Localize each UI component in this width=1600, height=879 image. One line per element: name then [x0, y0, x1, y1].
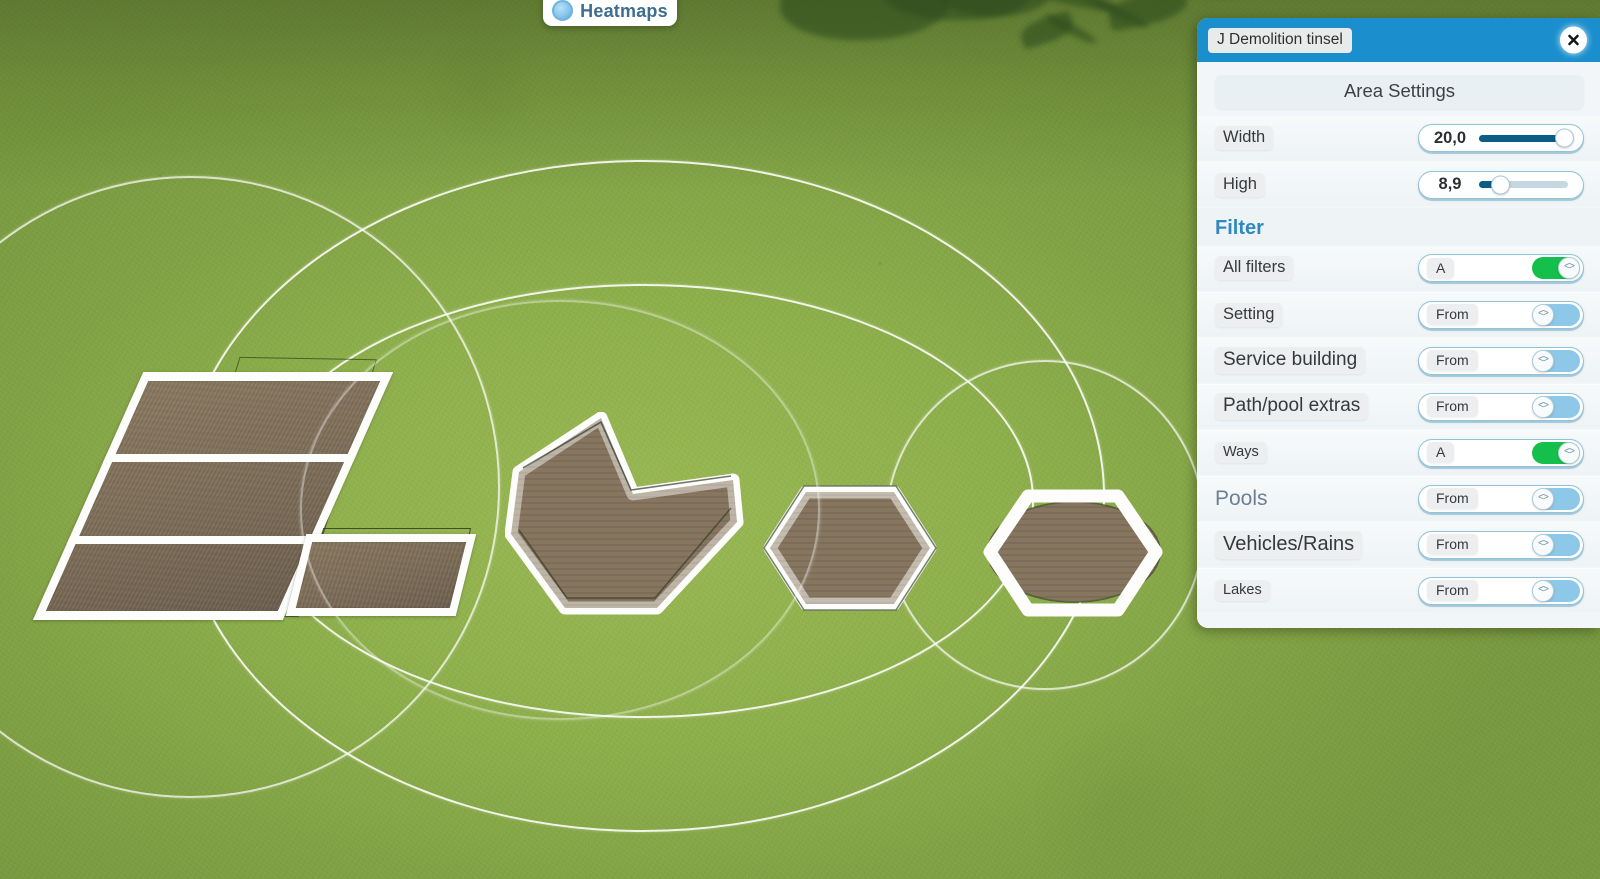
toggle-switch-service-building[interactable]: <> [1532, 349, 1580, 372]
width-label: Width [1215, 126, 1274, 150]
filter-label-setting: Setting [1215, 302, 1283, 327]
circle-dot-icon [552, 0, 574, 21]
plot-area-3[interactable] [505, 412, 745, 617]
chevron-lr-icon: <> [1537, 400, 1549, 412]
filter-state-lakes: From [1427, 580, 1478, 601]
width-slider-knob[interactable] [1554, 128, 1574, 148]
chevron-lr-icon: <> [1537, 308, 1549, 320]
toggle-knob-lakes[interactable]: <> [1532, 579, 1554, 602]
filter-state-all-filters: A [1427, 257, 1455, 279]
filter-state-path-pool-extras: From [1427, 396, 1478, 417]
plot-outline-2 [285, 534, 477, 616]
filter-row-vehicles-rains: Vehicles/Rains From <> [1197, 522, 1600, 566]
filter-toggle-all-filters[interactable]: A <> [1418, 254, 1584, 282]
high-value: 8,9 [1438, 175, 1462, 193]
filter-row-all-filters: All filters A <> [1197, 246, 1600, 290]
filter-row-list: All filters A <> Setting From <> Service build… [1197, 246, 1600, 612]
toggle-knob-all-filters[interactable]: <> [1558, 257, 1580, 279]
filter-toggle-path-pool-extras[interactable]: From <> [1418, 392, 1584, 421]
panel-title: J Demolition tinsel [1208, 27, 1352, 53]
toggle-knob-setting[interactable]: <> [1532, 303, 1554, 326]
chevron-lr-icon: <> [1537, 538, 1549, 550]
toggle-knob-service-building[interactable]: <> [1532, 349, 1554, 372]
filter-label-pools: Pools [1215, 486, 1268, 510]
filter-state-vehicles-rains: From [1427, 534, 1478, 555]
filter-row-path-pool-extras: Path/pool extras From <> [1197, 384, 1600, 428]
plot-divider-1a [103, 453, 357, 462]
close-icon[interactable] [1560, 26, 1587, 54]
filter-toggle-lakes[interactable]: From <> [1418, 576, 1584, 605]
filter-state-service-building: From [1427, 350, 1478, 371]
row-width: Width 20,0 [1197, 116, 1600, 160]
chevron-lr-icon: <> [1537, 354, 1549, 366]
filter-toggle-service-building[interactable]: From <> [1418, 346, 1584, 375]
filter-label-all-filters: All filters [1215, 256, 1294, 280]
filter-row-pools: Pools From <> [1197, 476, 1600, 520]
toggle-switch-vehicles-rains[interactable]: <> [1532, 533, 1580, 556]
filter-toggle-pools[interactable]: From <> [1418, 484, 1584, 513]
filter-state-pools: From [1427, 488, 1478, 509]
toggle-switch-lakes[interactable]: <> [1532, 579, 1580, 602]
filter-toggle-vehicles-rains[interactable]: From <> [1418, 530, 1584, 559]
heatmaps-button[interactable]: Heatmaps [543, 0, 677, 26]
toggle-switch-path-pool-extras[interactable]: <> [1532, 395, 1580, 418]
high-label: High [1215, 172, 1265, 197]
filter-label-vehicles-rains: Vehicles/Rains [1215, 530, 1363, 559]
plot-area-2[interactable] [285, 534, 477, 616]
width-slider[interactable]: 20,0 [1418, 124, 1584, 152]
chevron-lr-icon: <> [1537, 492, 1549, 504]
filter-row-lakes: Lakes From <> [1197, 568, 1600, 612]
toggle-knob-pools[interactable]: <> [1532, 487, 1554, 510]
filter-row-ways: Ways A <> [1197, 430, 1600, 474]
width-slider-fill [1479, 134, 1565, 142]
chevron-lr-icon: <> [1563, 262, 1575, 273]
chevron-lr-icon: <> [1537, 584, 1549, 596]
filter-label-service-building: Service building [1215, 347, 1366, 374]
toggle-switch-all-filters[interactable]: <> [1532, 257, 1580, 279]
game-viewport: Heatmaps J Demolition tinsel Area Settin… [0, 0, 1600, 879]
panel-titlebar: J Demolition tinsel [1197, 18, 1600, 62]
filter-state-ways: A [1427, 442, 1455, 463]
toggle-switch-setting[interactable]: <> [1532, 303, 1580, 326]
filter-toggle-ways[interactable]: A <> [1418, 438, 1584, 467]
toggle-knob-path-pool-extras[interactable]: <> [1532, 395, 1554, 418]
high-slider-knob[interactable] [1490, 175, 1510, 194]
filter-label-lakes: Lakes [1215, 580, 1270, 601]
filter-label-ways: Ways [1215, 442, 1267, 463]
toggle-knob-ways[interactable]: <> [1558, 441, 1580, 464]
toggle-knob-vehicles-rains[interactable]: <> [1532, 533, 1554, 556]
filter-state-setting: From [1427, 304, 1478, 325]
row-high: High 8,9 [1197, 162, 1600, 206]
panel-body: Area Settings Width 20,0 High 8,9 Filter… [1197, 62, 1600, 628]
chevron-lr-icon: <> [1563, 446, 1575, 458]
area-settings-header: Area Settings [1215, 75, 1584, 109]
high-slider-track[interactable] [1479, 175, 1568, 194]
plot-divider-1b [66, 535, 321, 544]
toggle-switch-ways[interactable]: <> [1532, 441, 1580, 464]
width-slider-track[interactable] [1479, 128, 1574, 148]
filter-label-path-pool-extras: Path/pool extras [1215, 393, 1369, 420]
plot-area-5[interactable] [982, 488, 1164, 620]
filter-section-header: Filter [1197, 208, 1600, 246]
filter-row-service-building: Service building From <> [1197, 338, 1600, 382]
filter-toggle-setting[interactable]: From <> [1418, 300, 1584, 329]
plot-area-4[interactable] [762, 482, 938, 614]
toggle-switch-pools[interactable]: <> [1532, 487, 1580, 510]
heatmaps-button-label: Heatmaps [580, 1, 668, 21]
area-settings-panel: J Demolition tinsel Area Settings Width … [1197, 18, 1600, 628]
filter-row-setting: Setting From <> [1197, 292, 1600, 336]
width-value: 20,0 [1433, 128, 1467, 147]
high-slider[interactable]: 8,9 [1418, 170, 1584, 199]
